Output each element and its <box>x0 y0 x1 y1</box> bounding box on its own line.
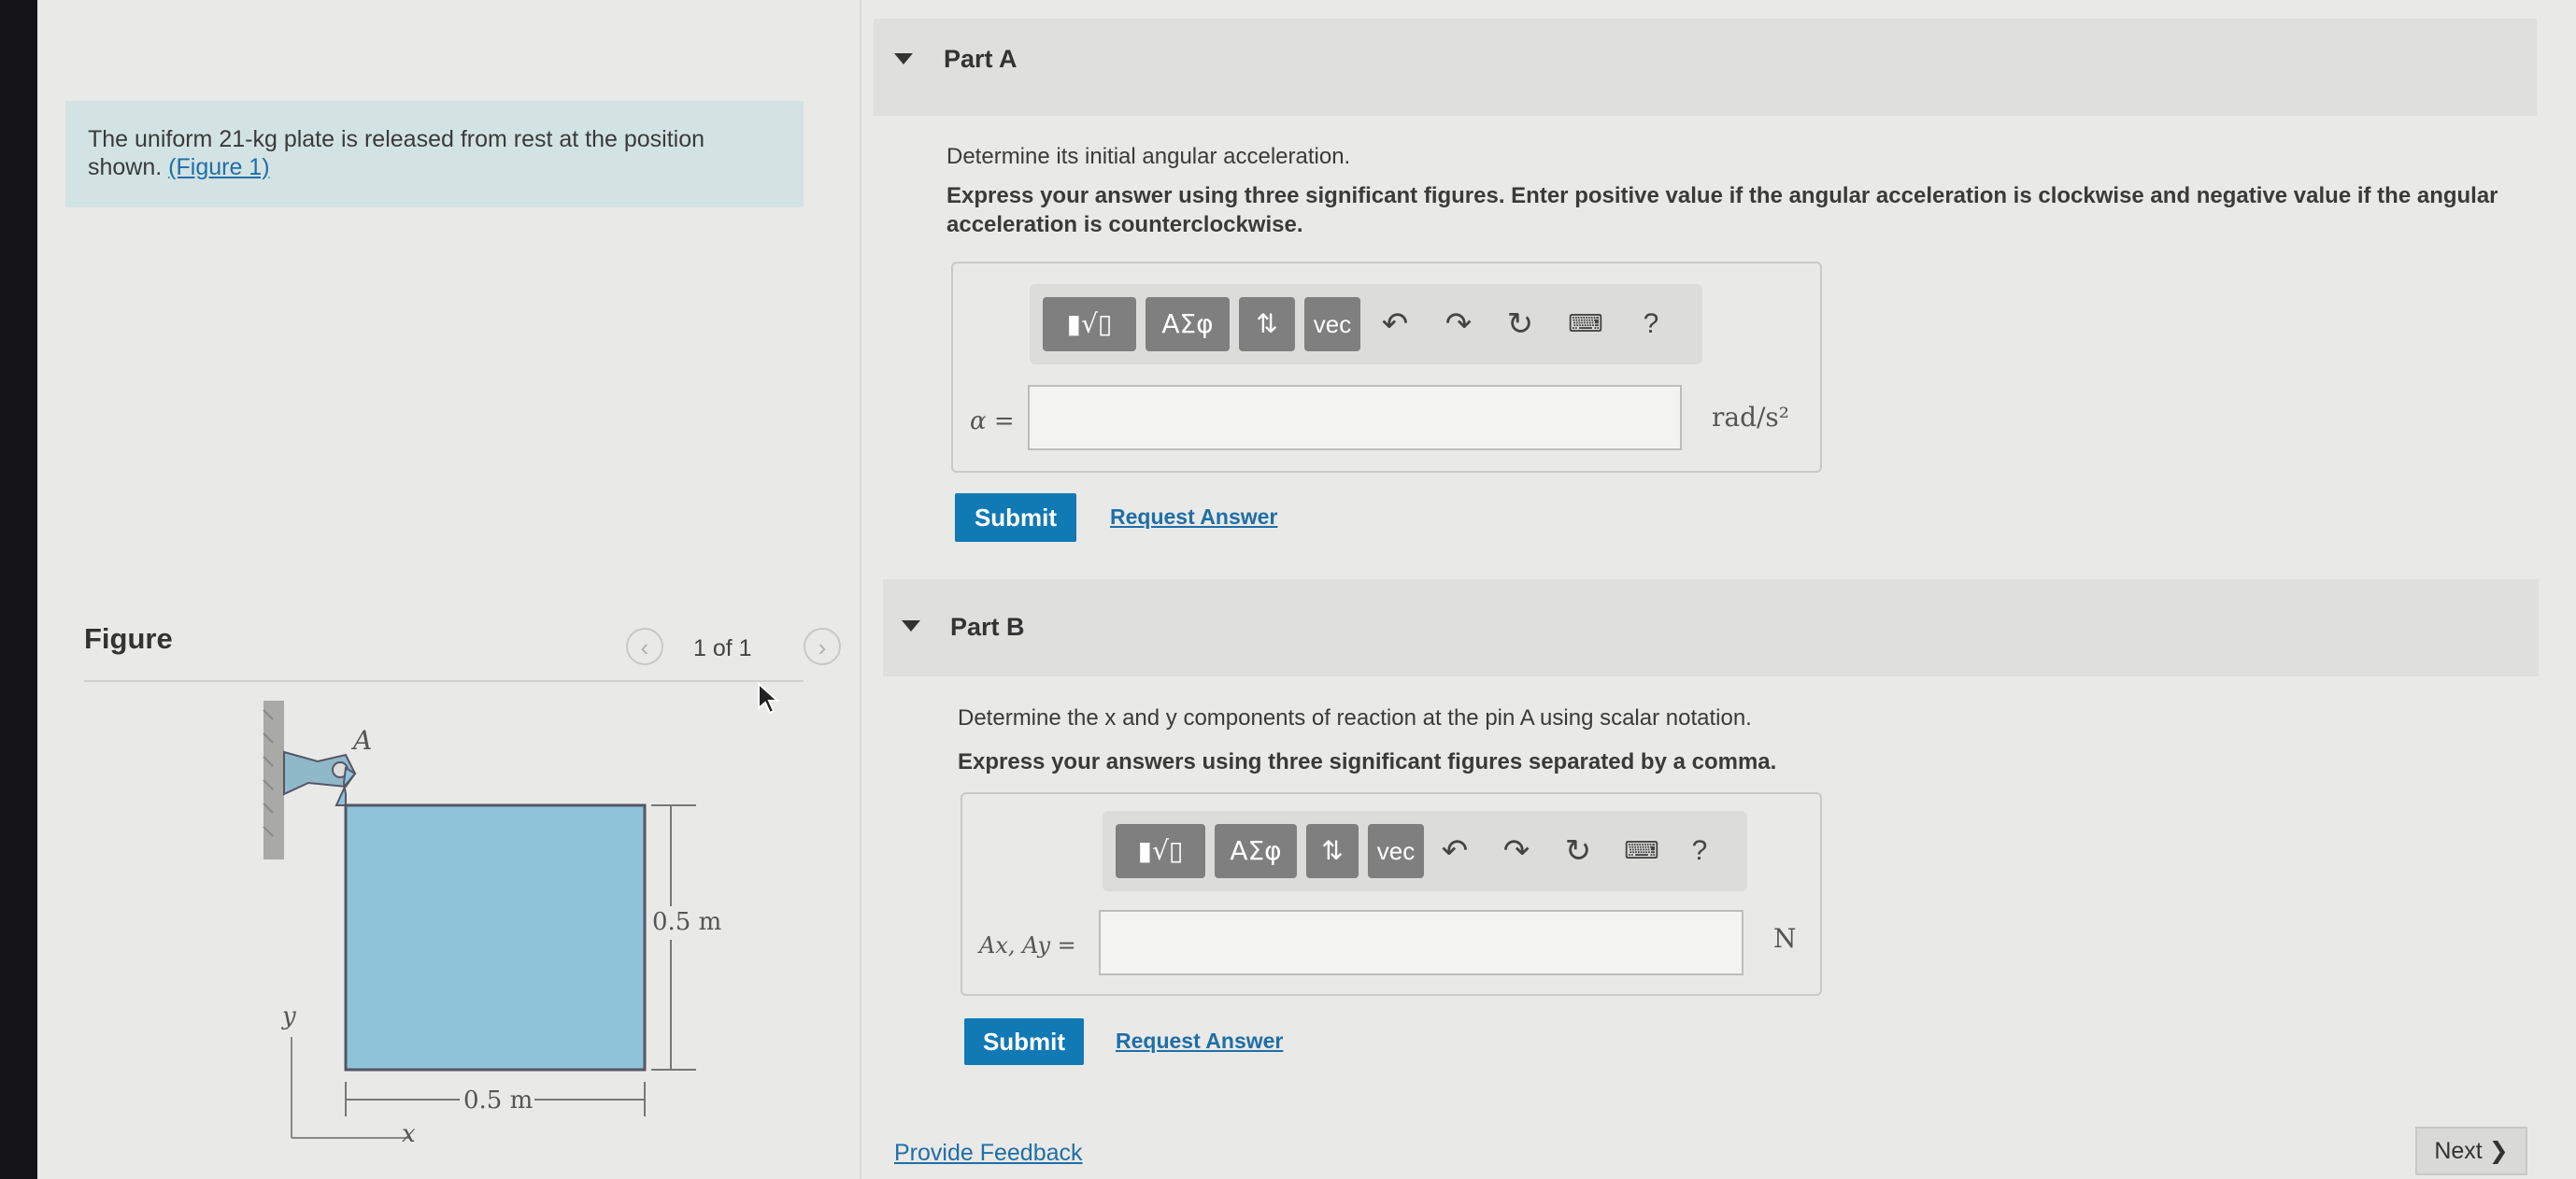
part-a-instructions: Express your answer using three signific… <box>946 183 2498 237</box>
part-a-question: Determine its initial angular accelerati… <box>946 144 1351 169</box>
part-a-header[interactable]: Part A <box>874 19 2537 116</box>
redo-icon[interactable]: ↷ <box>1493 824 1540 878</box>
keyboard-icon[interactable]: ⌨ <box>1618 824 1665 878</box>
y-axis-label: y <box>281 1002 296 1030</box>
arrows-button[interactable]: ⇅ <box>1239 297 1295 351</box>
part-a-title: Part A <box>944 45 1018 73</box>
part-b-submit-button[interactable]: Submit <box>964 1018 1084 1065</box>
part-b-instructions: Express your answers using three signifi… <box>958 749 1777 774</box>
screen-bezel <box>0 0 37 1179</box>
part-a-variable-label: α = <box>970 407 1015 435</box>
figure-title: Figure <box>84 622 173 655</box>
x-axis-label: x <box>402 1120 416 1148</box>
part-b-answer-box: ▮√▯ ΑΣφ ⇅ vec ↶ ↷ ↻ ⌨ ? Ax, Ay = N <box>961 792 1822 996</box>
part-b-request-answer-link[interactable]: Request Answer <box>1116 1029 1283 1054</box>
part-b-title: Part B <box>950 613 1025 641</box>
part-b-unit: N <box>1773 923 1797 954</box>
templates-button[interactable]: ▮√▯ <box>1043 297 1136 351</box>
part-b-question: Determine the x and y components of reac… <box>958 705 1752 731</box>
templates-button[interactable]: ▮√▯ <box>1116 824 1205 878</box>
provide-feedback-link[interactable]: Provide Feedback <box>894 1140 1083 1167</box>
prev-figure-button[interactable]: ‹ <box>626 628 663 665</box>
part-a-math-toolbar: ▮√▯ ΑΣφ ⇅ vec ↶ ↷ ↻ ⌨ ? <box>1030 284 1702 364</box>
redo-icon[interactable]: ↷ <box>1435 297 1482 351</box>
keyboard-icon[interactable]: ⌨ <box>1562 297 1609 351</box>
chevron-right-icon: › <box>818 633 827 661</box>
greek-button[interactable]: ΑΣφ <box>1146 297 1230 351</box>
arrows-button[interactable]: ⇅ <box>1306 824 1359 878</box>
figure-page-indicator: 1 of 1 <box>693 635 752 661</box>
mastering-page: The uniform 21-kg plate is released from… <box>37 0 2576 1179</box>
label-a: A <box>350 725 372 756</box>
greek-button[interactable]: ΑΣφ <box>1215 824 1297 878</box>
part-a-answer-input[interactable] <box>1028 385 1682 450</box>
figure-link[interactable]: (Figure 1) <box>168 154 269 180</box>
help-button[interactable]: ? <box>1628 297 1674 351</box>
uniform-plate <box>344 803 647 1072</box>
reset-icon[interactable]: ↻ <box>1555 824 1601 878</box>
plate-figure: A 0.5 m 0.5 m y x <box>263 701 721 1148</box>
part-a-unit: rad/s² <box>1712 402 1790 433</box>
part-b-math-toolbar: ▮√▯ ΑΣφ ⇅ vec ↶ ↷ ↻ ⌨ ? <box>1103 811 1747 891</box>
help-button[interactable]: ? <box>1676 824 1723 878</box>
chevron-left-icon: ‹ <box>640 633 649 661</box>
vec-button[interactable]: vec <box>1368 824 1424 878</box>
width-label: 0.5 m <box>463 1087 533 1115</box>
part-a-request-answer-link[interactable]: Request Answer <box>1110 504 1277 530</box>
undo-icon[interactable]: ↶ <box>1372 297 1418 351</box>
part-a-submit-button[interactable]: Submit <box>955 493 1076 542</box>
undo-icon[interactable]: ↶ <box>1431 824 1478 878</box>
part-a-answer-box: ▮√▯ ΑΣφ ⇅ vec ↶ ↷ ↻ ⌨ ? α = rad/s² <box>951 262 1822 473</box>
column-divider <box>860 0 861 1179</box>
part-b-answer-input[interactable] <box>1099 910 1743 975</box>
part-b-caret-icon[interactable] <box>902 620 920 632</box>
next-button[interactable]: Next ❯ <box>2415 1127 2527 1175</box>
figure-divider <box>84 680 804 682</box>
wall-support <box>263 701 284 859</box>
height-label: 0.5 m <box>652 908 721 936</box>
part-b-variable-label: Ax, Ay = <box>979 932 1076 959</box>
part-a-caret-icon[interactable] <box>894 53 913 64</box>
vec-button[interactable]: vec <box>1304 297 1360 351</box>
mouse-cursor-icon <box>758 682 780 715</box>
problem-text-block: The uniform 21-kg plate is released from… <box>88 125 761 181</box>
part-b-header[interactable]: Part B <box>883 579 2539 676</box>
reset-icon[interactable]: ↻ <box>1497 297 1544 351</box>
problem-statement: The uniform 21-kg plate is released from… <box>65 101 804 207</box>
next-figure-button[interactable]: › <box>804 628 841 665</box>
